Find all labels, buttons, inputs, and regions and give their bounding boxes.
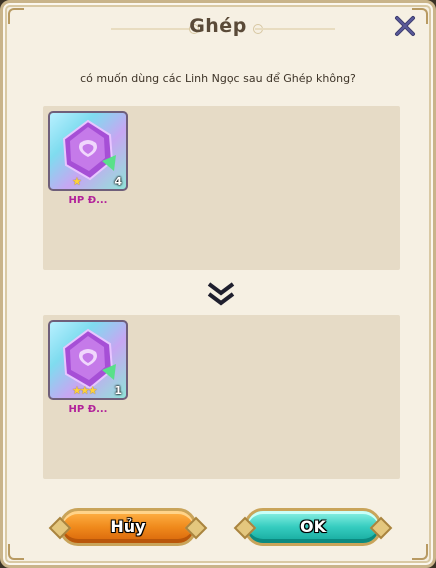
- merge-dialog: Ghép có muốn dùng các Linh Ngọc sau để G…: [0, 0, 436, 568]
- item-name: HP Đ...: [68, 195, 108, 206]
- close-icon[interactable]: [393, 14, 417, 38]
- double-chevron-down-icon: [207, 282, 235, 306]
- star-rating: ★★★: [72, 384, 98, 397]
- item-slot[interactable]: ★★★ 1 HP Đ...: [48, 320, 131, 415]
- input-items-panel: ★ 4 HP Đ...: [43, 106, 400, 270]
- frame-corner: [8, 544, 24, 560]
- frame-corner: [412, 544, 428, 560]
- item-name: HP Đ...: [68, 404, 108, 415]
- result-item-panel: ★★★ 1 HP Đ...: [43, 315, 400, 479]
- cancel-button[interactable]: Hủy: [48, 508, 208, 546]
- item-count: 4: [114, 175, 122, 188]
- title-bar: Ghép: [3, 13, 433, 43]
- item-frame[interactable]: ★★★ 1: [48, 320, 128, 400]
- ok-button[interactable]: OK: [233, 508, 393, 546]
- close-button[interactable]: [393, 14, 417, 38]
- dialog-title: Ghép: [189, 15, 247, 37]
- item-count: 1: [114, 384, 122, 397]
- cancel-button-label[interactable]: Hủy: [59, 508, 197, 546]
- item-frame[interactable]: ★ 4: [48, 111, 128, 191]
- item-slot[interactable]: ★ 4 HP Đ...: [48, 111, 131, 206]
- confirm-prompt: có muốn dùng các Linh Ngọc sau để Ghép k…: [80, 72, 356, 85]
- star-rating: ★: [72, 175, 82, 188]
- ok-button-label[interactable]: OK: [244, 508, 382, 546]
